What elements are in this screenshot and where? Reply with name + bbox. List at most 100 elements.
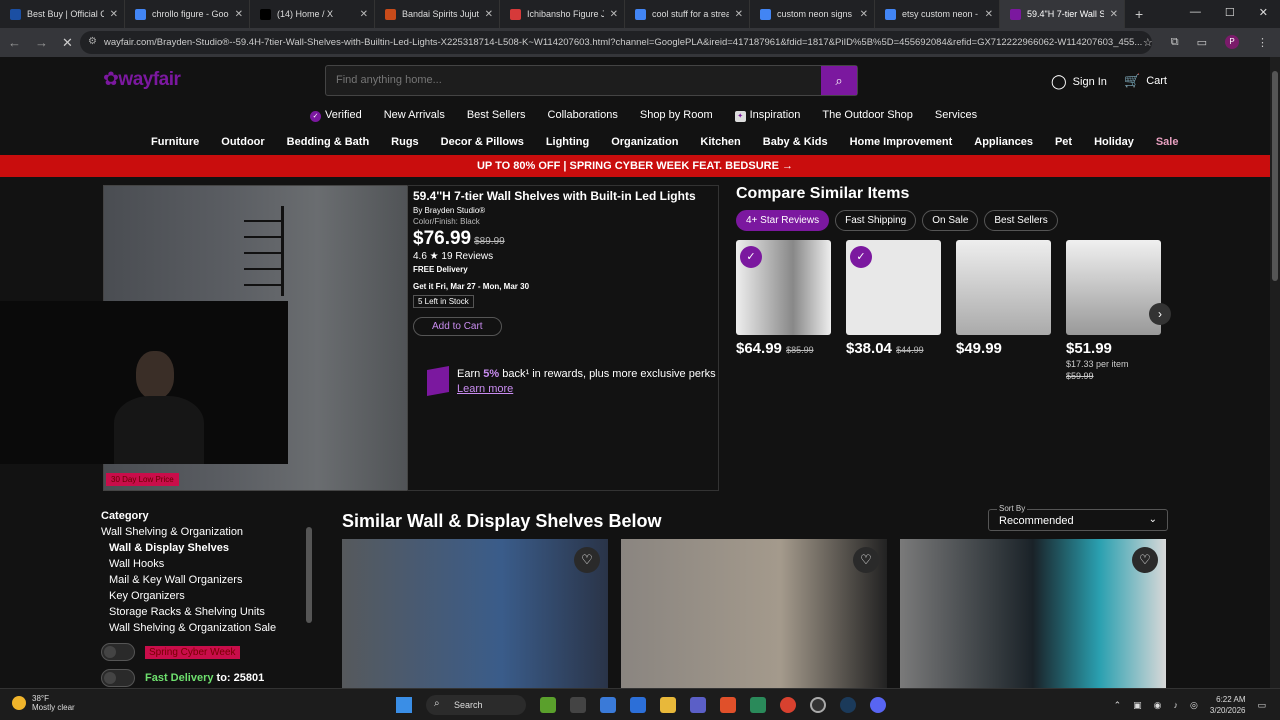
url-field[interactable]: ⚙ wayfair.com/Brayden-Studio®--59.4H-7ti…	[80, 31, 1152, 54]
rating-reviews[interactable]: 4.6 ★ 19 Reviews	[413, 251, 718, 262]
search-button[interactable]: ⌕	[821, 66, 857, 95]
chrome-icon[interactable]	[780, 697, 796, 713]
copilot-icon[interactable]	[600, 697, 616, 713]
close-window-icon[interactable]: ✕	[1259, 6, 1268, 19]
category-parent[interactable]: Wall Shelving & Organization	[101, 526, 316, 538]
app-tray-icon[interactable]: ▣	[1133, 700, 1142, 711]
close-tab-icon[interactable]: ✕	[985, 9, 993, 20]
close-tab-icon[interactable]: ✕	[735, 9, 743, 20]
wayfair-logo[interactable]: ✿wayfair	[103, 68, 181, 91]
category-nav-item[interactable]: Decor & Pillows	[441, 136, 524, 148]
top-nav-item[interactable]: Best Sellers	[467, 109, 526, 122]
wifi-icon[interactable]: ◉	[1154, 700, 1162, 711]
category-nav-item[interactable]: Sale	[1156, 136, 1179, 148]
sort-dropdown[interactable]: Sort By Recommended ⌄	[988, 504, 1168, 531]
top-nav-item[interactable]: ✦ Inspiration	[734, 109, 800, 122]
category-nav-item[interactable]: Outdoor	[221, 136, 264, 148]
category-nav-item[interactable]: Lighting	[546, 136, 589, 148]
discord-icon[interactable]	[870, 697, 886, 713]
site-info-icon[interactable]: ⚙	[88, 36, 97, 47]
promo-banner[interactable]: UP TO 80% OFF | SPRING CYBER WEEK FEAT. …	[0, 155, 1270, 177]
browser-tab[interactable]: Best Buy | Official Onl ✕	[0, 0, 125, 28]
search-input[interactable]	[326, 66, 816, 94]
compare-item[interactable]: ✓ $38.04 $44.99	[846, 240, 941, 381]
browser-tab[interactable]: chrollo figure - Googl ✕	[125, 0, 250, 28]
category-item[interactable]: Wall Shelving & Organization Sale	[109, 622, 316, 634]
category-nav-item[interactable]: Holiday	[1094, 136, 1134, 148]
brand-link[interactable]: By Brayden Studio®	[413, 206, 718, 215]
category-item[interactable]: Storage Racks & Shelving Units	[109, 606, 316, 618]
category-item[interactable]: Key Organizers	[109, 590, 316, 602]
clock[interactable]: 6:22 AM 3/20/2026	[1210, 694, 1246, 716]
teams-icon[interactable]	[690, 697, 706, 713]
profile-avatar[interactable]: P	[1225, 35, 1239, 49]
chevron-right-icon[interactable]: ›	[1149, 303, 1171, 325]
new-tab-button[interactable]: +	[1135, 6, 1143, 22]
obs-icon[interactable]	[810, 697, 826, 713]
volume-icon[interactable]: ♪	[1174, 700, 1179, 710]
close-tab-icon[interactable]: ✕	[860, 9, 868, 20]
store-icon[interactable]	[630, 697, 646, 713]
top-nav-item[interactable]: ✓ Verified	[310, 109, 362, 122]
heart-icon[interactable]: ♡	[853, 547, 879, 573]
task-view-icon[interactable]	[570, 697, 586, 713]
close-tab-icon[interactable]: ✕	[110, 9, 118, 20]
back-icon[interactable]: ←	[8, 35, 21, 50]
top-nav-item[interactable]: The Outdoor Shop	[822, 109, 913, 122]
category-item[interactable]: Mail & Key Wall Organizers	[109, 574, 316, 586]
app-icon[interactable]	[750, 697, 766, 713]
product-card[interactable]: ♡	[900, 539, 1166, 688]
widgets-icon[interactable]	[540, 697, 556, 713]
close-tab-icon[interactable]: ✕	[1110, 9, 1118, 20]
windows-start-icon[interactable]	[396, 697, 412, 713]
compare-filter-pill[interactable]: Fast Shipping	[835, 210, 917, 231]
learn-more-link[interactable]: Learn more	[457, 383, 716, 395]
close-tab-icon[interactable]: ✕	[610, 9, 618, 20]
browser-tab[interactable]: cool stuff for a stream ✕	[625, 0, 750, 28]
close-tab-icon[interactable]: ✕	[235, 9, 243, 20]
category-nav-item[interactable]: Home Improvement	[850, 136, 953, 148]
top-nav-item[interactable]: Services	[935, 109, 977, 122]
page-scrollbar[interactable]	[1270, 57, 1280, 688]
product-card[interactable]: ♡	[621, 539, 887, 688]
browser-tab[interactable]: (14) Home / X ✕	[250, 0, 375, 28]
weather-widget[interactable]: 38°F Mostly clear	[12, 694, 75, 712]
cyber-week-toggle[interactable]	[101, 643, 135, 661]
close-tab-icon[interactable]: ✕	[360, 9, 368, 20]
browser-tab[interactable]: Ichibansho Figure Juju ✕	[500, 0, 625, 28]
category-nav-item[interactable]: Organization	[611, 136, 678, 148]
compare-filter-pill[interactable]: 4+ Star Reviews	[736, 210, 830, 231]
compare-item[interactable]: $51.99 $17.33 per item $59.99	[1066, 240, 1161, 381]
file-explorer-icon[interactable]	[660, 697, 676, 713]
steam-icon[interactable]	[840, 697, 856, 713]
category-nav-item[interactable]: Appliances	[974, 136, 1033, 148]
stop-icon[interactable]: ✕	[62, 35, 73, 51]
browser-tab[interactable]: custom neon signs - ✕	[750, 0, 875, 28]
fast-delivery-toggle[interactable]	[101, 669, 135, 687]
category-item[interactable]: Wall & Display Shelves	[109, 542, 316, 554]
menu-icon[interactable]: ⋮	[1257, 36, 1268, 49]
sidebar-scrollbar[interactable]	[306, 527, 312, 623]
category-item[interactable]: Wall Hooks	[109, 558, 316, 570]
browser-tab[interactable]: 59.4"H 7-tier Wall She ✕	[1000, 0, 1125, 28]
extensions-icon[interactable]: ⧉	[1171, 36, 1179, 49]
category-nav-item[interactable]: Bedding & Bath	[287, 136, 370, 148]
minimize-icon[interactable]: —	[1190, 6, 1201, 19]
category-nav-item[interactable]: Rugs	[391, 136, 419, 148]
compare-filter-pill[interactable]: On Sale	[922, 210, 979, 231]
compare-item[interactable]: ✓ $64.99 $85.99	[736, 240, 831, 381]
browser-tab[interactable]: etsy custom neon - G ✕	[875, 0, 1000, 28]
browser-tab[interactable]: Bandai Spirits Jujutsu ✕	[375, 0, 500, 28]
category-nav-item[interactable]: Baby & Kids	[763, 136, 828, 148]
compare-item[interactable]: $49.99	[956, 240, 1051, 381]
add-to-cart-button[interactable]: Add to Cart	[413, 317, 502, 336]
bookmark-star-icon[interactable]: ☆	[1143, 36, 1153, 49]
heart-icon[interactable]: ♡	[1132, 547, 1158, 573]
compare-filter-pill[interactable]: Best Sellers	[984, 210, 1058, 231]
scroll-thumb[interactable]	[1272, 71, 1278, 281]
category-nav-item[interactable]: Kitchen	[700, 136, 740, 148]
brave-icon[interactable]	[720, 697, 736, 713]
close-tab-icon[interactable]: ✕	[485, 9, 493, 20]
category-nav-item[interactable]: Furniture	[151, 136, 199, 148]
taskbar-search[interactable]: ⌕ Search	[426, 695, 526, 715]
